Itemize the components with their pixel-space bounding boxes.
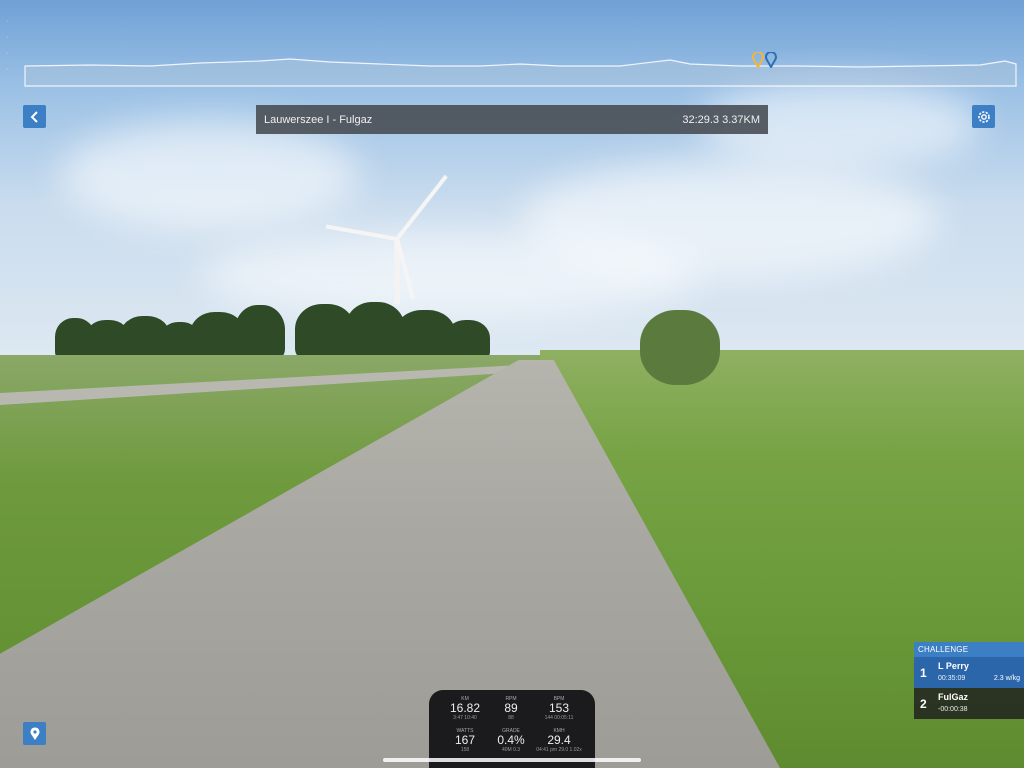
challenge-rider-wkg: 2.3 w/kg: [993, 675, 1020, 682]
metric-grade: GRADE 0.4% 40M 0.3: [497, 728, 525, 753]
elapsed-time-distance: 32:29.3 3.37KM: [682, 113, 760, 126]
rider-pin-blue-icon: [765, 52, 777, 68]
cloud: [60, 120, 360, 230]
challenge-rider-name: FulGaz: [938, 692, 969, 702]
challenge-row[interactable]: 2 FulGaz -00:00:38: [914, 688, 1024, 719]
elevation-profile[interactable]: · · · ·: [0, 0, 1024, 92]
challenge-position: 2: [920, 697, 927, 711]
metric-cadence: RPM 89 88: [504, 696, 518, 721]
bush: [640, 310, 720, 385]
challenge-rider-time: -00:00:38: [938, 706, 968, 713]
challenge-position: 1: [920, 666, 927, 680]
map-pin-icon: [30, 726, 39, 740]
route-title-bar: Lauwerszee I - Fulgaz 32:29.3 3.37KM: [256, 105, 768, 134]
map-button[interactable]: [23, 722, 46, 745]
rider-pin-yellow-icon: [752, 52, 764, 68]
home-indicator[interactable]: [383, 758, 641, 762]
settings-button[interactable]: [972, 105, 995, 128]
challenge-rider-name: L Perry: [938, 661, 969, 671]
challenge-header: CHALLENGE: [914, 642, 1024, 657]
challenge-leaderboard[interactable]: CHALLENGE 1 L Perry 00:35:09 2.3 w/kg 2 …: [914, 642, 1024, 720]
metric-power: WATTS 167 158: [454, 728, 476, 753]
metric-distance: KM 16.82 3:47 10:40: [449, 696, 481, 721]
route-title: Lauwerszee I - Fulgaz: [264, 113, 373, 126]
metric-speed: KMH 29.4 04:41 pm 29.0 1.02x: [536, 728, 582, 753]
back-button[interactable]: [23, 105, 46, 128]
tree-line: [55, 300, 495, 360]
gear-icon: [977, 110, 990, 123]
metric-heart-rate: BPM 153 144 00:05:11: [544, 696, 574, 721]
chevron-left-icon: [30, 110, 38, 123]
bike-computer: KM 16.82 3:47 10:40 RPM 89 88 BPM 153 14…: [429, 690, 595, 768]
challenge-rider-time: 00:35:09: [938, 675, 966, 682]
challenge-row[interactable]: 1 L Perry 00:35:09 2.3 w/kg: [914, 657, 1024, 688]
elevation-profile-graph: [24, 58, 1017, 87]
